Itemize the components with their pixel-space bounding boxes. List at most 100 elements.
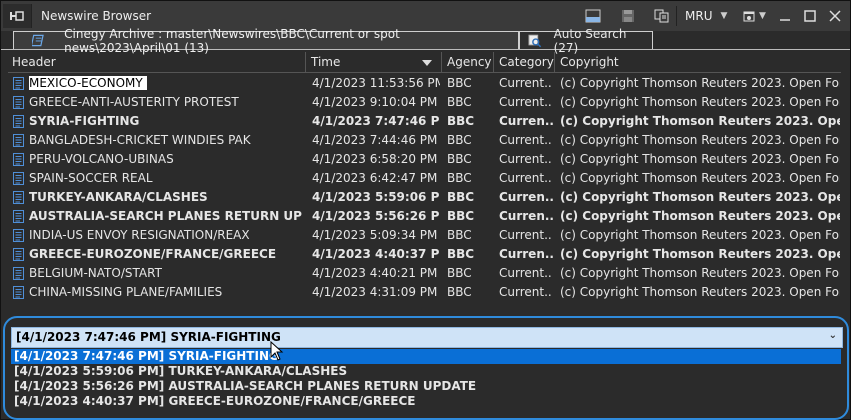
minimize-button[interactable] [776, 7, 794, 25]
history-dropdown-highlight: [4/1/2023 7:47:46 PM] SYRIA-FIGHTING ⌄ [… [3, 316, 849, 420]
cell-agency: BBC [447, 190, 475, 204]
table-row[interactable]: BANGLADESH-CRICKET WINDIES PAK 4/1/2023 7… [8, 131, 841, 150]
cell-agency: BBC [447, 209, 475, 223]
table-row[interactable]: SYRIA-FIGHTING 4/1/2023 7:47:46 PM BBC Curr… [8, 112, 841, 131]
cell-category: Current... [499, 152, 553, 166]
table-row[interactable]: TURKEY-ANKARA/CLASHES 4/1/2023 5:59:06 PM… [8, 188, 841, 207]
table-row[interactable]: INDIA-US ENVOY RESIGNATION/REAX 4/1/2023 … [8, 226, 841, 245]
cell-category: Current... [499, 266, 553, 280]
cell-header: CHINA-MISSING PLANE/FAMILIES [29, 285, 223, 299]
cell-copyright: (c) Copyright Thomson Reuters 2023. Open… [560, 228, 840, 242]
mouse-cursor-icon [270, 341, 284, 361]
document-icon [13, 153, 24, 166]
settings-dropdown-button[interactable]: ▼ [738, 7, 770, 25]
dropdown-option-label: [4/1/2023 5:56:26 PM] AUSTRALIA-SEARCH P… [14, 379, 477, 393]
cell-time: 4/1/2023 6:58:20 PM [312, 152, 438, 166]
grid-header: Header Time Agency Category Copyright [8, 52, 841, 73]
table-row[interactable]: GREECE-ANTI-AUSTERITY PROTEST 4/1/2023 9:… [8, 93, 841, 112]
cell-time: 4/1/2023 9:10:04 PM [312, 95, 438, 109]
column-separator[interactable] [554, 52, 555, 72]
cell-time: 4/1/2023 5:59:06 PM [312, 190, 440, 204]
cell-agency: BBC [447, 266, 472, 280]
cell-copyright: (c) Copyright Thomson Reuters 2023. Open… [560, 209, 840, 223]
column-separator[interactable] [493, 52, 494, 72]
cell-agency: BBC [447, 95, 472, 109]
tab-label: Cinegy Archive : master\Newswires\BBC\Cu… [64, 26, 400, 55]
document-icon [13, 77, 24, 90]
copy-icon [654, 9, 669, 23]
close-button[interactable] [826, 7, 844, 25]
tab-auto-search[interactable]: Auto Search (27) [519, 27, 653, 55]
cell-time: 4/1/2023 6:42:47 PM [312, 171, 438, 185]
table-row[interactable]: PERU-VOLCANO-UBINAS 4/1/2023 6:58:20 PM BB… [8, 150, 841, 169]
document-icon [13, 210, 24, 223]
maximize-icon [804, 10, 816, 22]
cell-copyright: (c) Copyright Thomson Reuters 2023. Open… [560, 266, 840, 280]
table-row[interactable]: SPAIN-SOCCER REAL 4/1/2023 6:42:47 PM BBC C… [8, 169, 841, 188]
cell-copyright: (c) Copyright Thomson Reuters 2023. Open… [560, 171, 840, 185]
dropdown-option[interactable]: [4/1/2023 7:47:46 PM] SYRIA-FIGHTING [11, 349, 841, 364]
table-row[interactable]: AUSTRALIA-SEARCH PLANES RETURN UPDATE 4/1… [8, 207, 841, 226]
cell-time: 4/1/2023 4:31:09 PM [312, 285, 438, 299]
cell-header: TURKEY-ANKARA/CLASHES [29, 190, 208, 204]
cell-agency: BBC [447, 76, 472, 90]
document-icon [13, 248, 24, 261]
column-header-agency[interactable]: Agency [447, 55, 492, 69]
history-dropdown-list: [4/1/2023 7:47:46 PM] SYRIA-FIGHTING [4/1… [11, 349, 841, 410]
history-combobox-value: [4/1/2023 7:47:46 PM] SYRIA-FIGHTING [16, 330, 281, 344]
cell-category: Current... [499, 95, 553, 109]
document-icon [13, 267, 24, 280]
cell-agency: BBC [447, 114, 475, 128]
save-button[interactable] [619, 7, 637, 25]
cell-copyright: (c) Copyright Thomson Reuters 2023. Open… [560, 285, 840, 299]
cell-header: SYRIA-FIGHTING [29, 114, 140, 128]
cell-time: 4/1/2023 5:56:26 PM [312, 209, 440, 223]
pin-icon [10, 11, 24, 21]
preview-pane-button[interactable] [584, 7, 602, 25]
table-row[interactable]: CHINA-MISSING PLANE/FAMILIES 4/1/2023 4:3… [8, 283, 841, 302]
table-row[interactable]: GREECE-EUROZONE/FRANCE/GREECE 4/1/2023 4:… [8, 245, 841, 264]
cell-category: Curren... [499, 247, 553, 261]
history-combobox[interactable]: [4/1/2023 7:47:46 PM] SYRIA-FIGHTING ⌄ [11, 327, 843, 348]
cell-time: 4/1/2023 7:47:46 PM [312, 114, 440, 128]
dropdown-option-label: [4/1/2023 5:59:06 PM] TURKEY-ANKARA/CLAS… [14, 364, 348, 378]
cell-agency: BBC [447, 152, 472, 166]
save-icon [622, 10, 634, 22]
cell-time: 4/1/2023 4:40:21 PM [312, 266, 438, 280]
newswire-grid: Header Time Agency Category Copyright ME… [8, 52, 841, 307]
maximize-button[interactable] [801, 7, 819, 25]
cell-time: 4/1/2023 7:44:46 PM [312, 133, 438, 147]
document-icon [13, 96, 24, 109]
window-title: Newswire Browser [41, 9, 152, 23]
pin-button[interactable] [3, 4, 32, 28]
column-separator[interactable] [305, 52, 306, 72]
table-row[interactable]: BELGIUM-NATO/START 4/1/2023 4:40:21 PM BBC… [8, 264, 841, 283]
mru-dropdown[interactable]: MRU ▼ [676, 6, 737, 26]
document-icon [13, 286, 24, 299]
column-header-copyright[interactable]: Copyright [560, 55, 619, 69]
dropdown-option-label: [4/1/2023 4:40:37 PM] GREECE-EUROZONE/FR… [14, 394, 416, 408]
copy-button[interactable] [653, 7, 671, 25]
column-separator[interactable] [441, 52, 442, 72]
column-header-time[interactable]: Time [311, 55, 340, 69]
cell-copyright: (c) Copyright Thomson Reuters 2023. Open… [560, 95, 840, 109]
dropdown-option[interactable]: [4/1/2023 5:59:06 PM] TURKEY-ANKARA/CLAS… [11, 364, 841, 379]
cell-header: GREECE-ANTI-AUSTERITY PROTEST [29, 95, 239, 109]
cell-agency: BBC [447, 228, 472, 242]
tab-cinegy-archive[interactable]: Cinegy Archive : master\Newswires\BBC\Cu… [13, 27, 519, 55]
close-icon [829, 10, 841, 22]
chevron-down-icon: ▼ [759, 11, 766, 21]
document-icon [13, 172, 24, 185]
cell-category: Current... [499, 133, 553, 147]
document-icon [13, 229, 24, 242]
chevron-down-icon[interactable]: ⌄ [829, 330, 837, 341]
cell-header: GREECE-EUROZONE/FRANCE/GREECE [29, 247, 277, 261]
cell-header: SPAIN-SOCCER REAL [29, 171, 153, 185]
cell-header: BELGIUM-NATO/START [29, 266, 162, 280]
column-header-category[interactable]: Category [499, 55, 554, 69]
table-row[interactable]: MEXICO-ECONOMY 4/1/2023 11:53:56 PM BBC Cur… [8, 74, 841, 93]
cell-header: MEXICO-ECONOMY [29, 76, 303, 90]
dropdown-option[interactable]: [4/1/2023 4:40:37 PM] GREECE-EUROZONE/FR… [11, 394, 841, 409]
column-header-header[interactable]: Header [12, 55, 56, 69]
dropdown-option[interactable]: [4/1/2023 5:56:26 PM] AUSTRALIA-SEARCH P… [11, 379, 841, 394]
